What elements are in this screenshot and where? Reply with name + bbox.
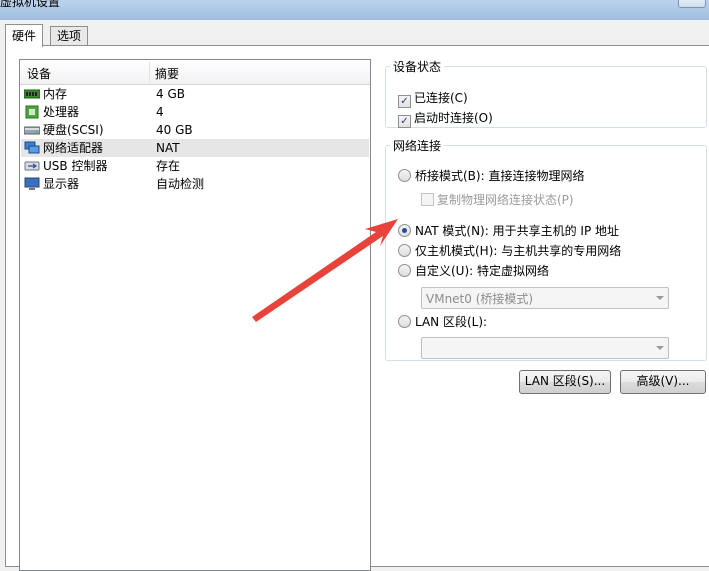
device-row-display[interactable]: 显示器 自动检测: [21, 175, 369, 193]
device-summary: 4: [156, 105, 164, 119]
column-header-summary[interactable]: 摘要: [155, 65, 179, 82]
replicate-state-label: 复制物理网络连接状态(P): [437, 193, 574, 207]
network-connection-legend: 网络连接: [393, 139, 442, 153]
checkmark-icon: ✓: [398, 115, 411, 128]
memory-icon: [24, 89, 40, 99]
device-row-processor[interactable]: 处理器 4: [21, 103, 369, 121]
device-name: 显示器: [43, 177, 80, 191]
processor-icon: [25, 105, 39, 119]
device-row-usb[interactable]: USB 控制器 存在: [21, 157, 369, 175]
radio-icon: [398, 264, 411, 277]
display-icon: [24, 177, 40, 190]
radio-icon: [398, 244, 411, 257]
usb-icon: [24, 161, 40, 171]
radio-icon: [398, 315, 411, 328]
device-row-network-adapter[interactable]: 网络适配器 NAT: [21, 139, 369, 157]
checkbox-icon: [421, 193, 434, 206]
nat-radio[interactable]: NAT 模式(N): 用于共享主机的 IP 地址: [398, 223, 619, 239]
device-name: 处理器: [43, 105, 80, 119]
host-only-label: 仅主机模式(H): 与主机共享的专用网络: [415, 244, 622, 258]
custom-network-select[interactable]: VMnet0 (桥接模式): [421, 287, 669, 309]
device-name: USB 控制器: [43, 159, 108, 173]
radio-selected-icon: [398, 224, 411, 237]
device-summary: 自动检测: [156, 177, 205, 191]
close-button[interactable]: [678, 0, 706, 8]
device-status-legend: 设备状态: [393, 60, 442, 74]
custom-radio[interactable]: 自定义(U): 特定虚拟网络: [398, 263, 549, 279]
custom-label: 自定义(U): 特定虚拟网络: [415, 264, 550, 278]
chevron-down-icon: [656, 346, 664, 350]
connected-label: 已连接(C): [414, 91, 468, 105]
device-row-memory[interactable]: 内存 4 GB: [21, 85, 369, 103]
host-only-radio[interactable]: 仅主机模式(H): 与主机共享的专用网络: [398, 243, 621, 259]
title-bar: 虚拟机设置: [0, 0, 709, 20]
column-header-device[interactable]: 设备: [27, 65, 51, 82]
tab-hardware[interactable]: 硬件: [5, 24, 44, 47]
network-adapter-icon: [24, 141, 40, 154]
nat-label: NAT 模式(N): 用于共享主机的 IP 地址: [415, 224, 620, 238]
bridged-radio[interactable]: 桥接模式(B): 直接连接物理网络: [398, 168, 584, 184]
hard-disk-icon: [24, 126, 40, 135]
window-title: 虚拟机设置: [0, 0, 61, 9]
bridged-label: 桥接模式(B): 直接连接物理网络: [415, 169, 585, 183]
lan-segment-radio[interactable]: LAN 区段(L):: [398, 314, 487, 330]
lan-segment-select[interactable]: [421, 337, 669, 359]
device-status-group: 设备状态 ✓ 已连接(C) ✓ 启动时连接(O): [385, 58, 707, 128]
lan-segment-label: LAN 区段(L):: [415, 315, 488, 329]
device-name: 网络适配器: [43, 141, 104, 155]
network-connection-group: 网络连接 桥接模式(B): 直接连接物理网络 复制物理网络连接状态(P) NAT…: [385, 137, 707, 361]
column-divider[interactable]: [149, 62, 150, 82]
tab-options[interactable]: 选项: [50, 26, 89, 46]
device-summary: 40 GB: [156, 123, 193, 137]
device-name: 内存: [43, 87, 68, 101]
device-summary: 4 GB: [156, 87, 185, 101]
connected-checkbox[interactable]: ✓ 已连接(C): [398, 90, 468, 108]
advanced-button[interactable]: 高级(V)...: [620, 370, 706, 394]
device-summary: NAT: [156, 141, 180, 155]
connect-at-power-on-checkbox[interactable]: ✓ 启动时连接(O): [398, 110, 493, 128]
chevron-down-icon: [656, 296, 664, 300]
radio-icon: [398, 169, 411, 182]
lan-segments-button[interactable]: LAN 区段(S)...: [519, 370, 611, 394]
custom-network-value: VMnet0 (桥接模式): [426, 292, 534, 306]
connect-at-power-on-label: 启动时连接(O): [414, 111, 493, 125]
device-list[interactable]: 设备 摘要 内存 4 GB 处理器 4 硬盘(SCSI) 40 GB 网络适配器…: [19, 59, 371, 571]
checkmark-icon: ✓: [398, 95, 411, 108]
device-summary: 存在: [156, 159, 181, 173]
device-row-hard-disk[interactable]: 硬盘(SCSI) 40 GB: [21, 121, 369, 139]
replicate-state-checkbox[interactable]: 复制物理网络连接状态(P): [421, 192, 574, 208]
list-header: 设备 摘要: [20, 60, 370, 85]
device-name: 硬盘(SCSI): [43, 123, 104, 137]
